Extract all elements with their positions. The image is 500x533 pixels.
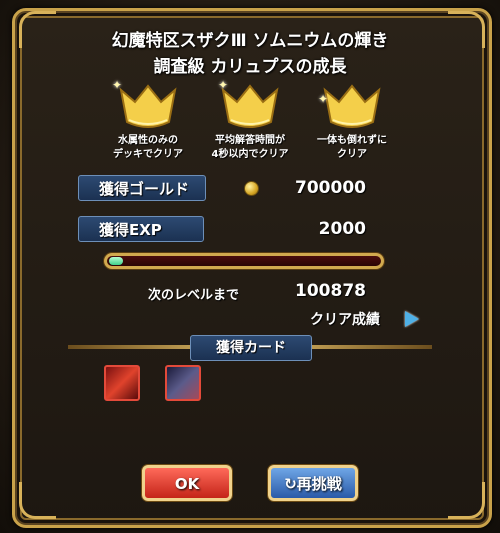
- retry-icon: ↻: [284, 475, 297, 493]
- exp-label: 獲得EXP: [78, 216, 204, 242]
- exp-progress-fill: [109, 257, 123, 265]
- crown-condition-label: 一体も倒れずに クリア: [317, 135, 387, 160]
- sparkle-icon: ✦: [112, 78, 123, 92]
- next-level-label: 次のレベルまで: [148, 288, 240, 303]
- sparkle-icon: ✦: [218, 78, 229, 92]
- frame-corner: [448, 482, 485, 519]
- stage-title: 幻魔特区スザクⅢ ソムニウムの輝き: [111, 31, 389, 51]
- clear-record-link[interactable]: クリア成績: [310, 309, 380, 329]
- exp-value: 2000: [318, 219, 366, 239]
- frame-corner: [19, 482, 56, 519]
- crown-icon: [221, 84, 279, 128]
- gold-label: 獲得ゴールド: [78, 175, 206, 201]
- retry-label: 再挑戦: [296, 475, 342, 493]
- crown-icon: [119, 84, 177, 128]
- ok-button[interactable]: OK: [142, 465, 232, 501]
- gold-value: 700000: [295, 178, 366, 198]
- cards-section-title: 獲得カード: [190, 335, 312, 361]
- crown-icon: [323, 84, 381, 128]
- exp-progress-bar: [104, 253, 384, 269]
- next-level-value: 100878: [295, 281, 366, 301]
- coin-icon: [244, 181, 259, 196]
- sparkle-icon: ✦: [318, 92, 329, 106]
- retry-button[interactable]: ↻再挑戦: [268, 465, 358, 501]
- obtained-card-1[interactable]: [104, 365, 140, 401]
- obtained-card-2[interactable]: [165, 365, 201, 401]
- play-arrow-icon[interactable]: [405, 311, 419, 327]
- crown-achievement-3: 一体も倒れずに クリア: [292, 82, 412, 162]
- quest-title: 調査級 カリュプスの成長: [153, 57, 347, 77]
